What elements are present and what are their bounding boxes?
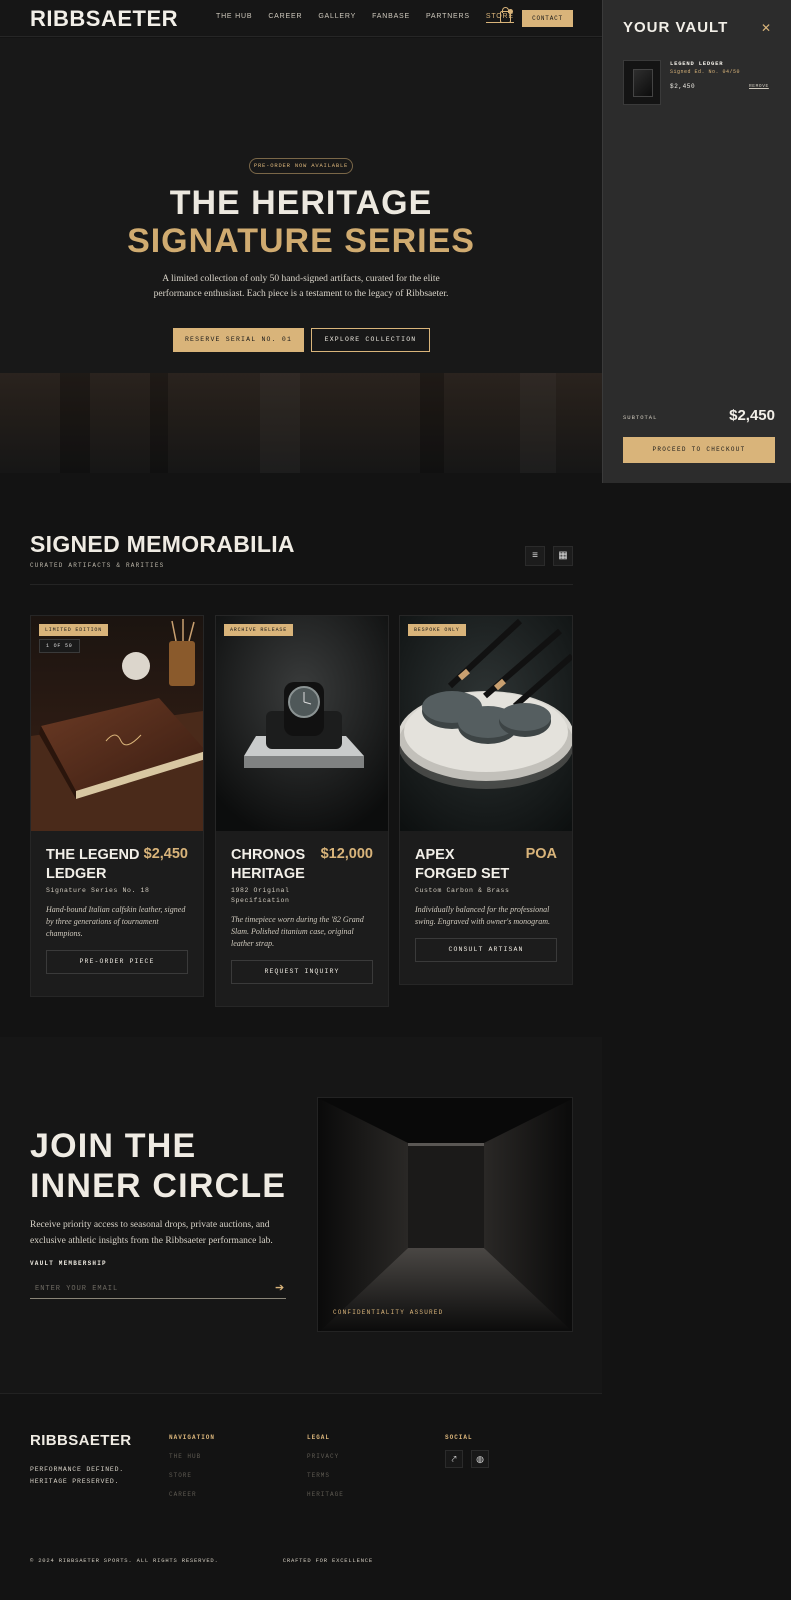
remove-item-link[interactable]: REMOVE bbox=[749, 84, 769, 89]
subtotal-label: SUBTOTAL bbox=[623, 414, 658, 421]
memorabilia-subtitle: CURATED ARTIFACTS & RARITIES bbox=[30, 562, 165, 569]
product-description: Individually balanced for the profession… bbox=[415, 905, 551, 926]
image-caption: CONFIDENTIALITY ASSURED bbox=[333, 1309, 444, 1316]
vault-title: YOUR VAULT bbox=[623, 19, 729, 36]
card-edition-badge: 1 OF 50 bbox=[39, 639, 80, 653]
preorder-piece-button[interactable]: PRE-ORDER PIECE bbox=[46, 950, 188, 974]
cart-indicator-dot bbox=[508, 9, 513, 14]
hero-image-strip bbox=[0, 373, 602, 473]
footer-social-heading: SOCIAL bbox=[445, 1434, 473, 1441]
membership-label: VAULT MEMBERSHIP bbox=[30, 1260, 107, 1267]
email-input[interactable] bbox=[30, 1279, 286, 1299]
consult-artisan-button[interactable]: CONSULT ARTISAN bbox=[415, 938, 557, 962]
vault-item-thumbnail bbox=[623, 60, 661, 105]
footer-legal: LEGAL PRIVACY TERMS HERITAGE bbox=[307, 1434, 344, 1510]
product-price: POA bbox=[525, 846, 557, 862]
subtotal-value: $2,450 bbox=[729, 407, 775, 424]
nav-link-partners[interactable]: PARTNERS bbox=[426, 13, 470, 23]
footer-brand[interactable]: RIBBSAETER bbox=[30, 1432, 132, 1449]
footer-link-terms[interactable]: TERMS bbox=[307, 1472, 344, 1479]
hero-title-line2: SIGNATURE SERIES bbox=[127, 222, 475, 260]
explore-collection-button[interactable]: EXPLORE COLLECTION bbox=[311, 328, 430, 352]
vault-item-price: $2,450 bbox=[670, 83, 696, 90]
reserve-button[interactable]: RESERVE SERIAL NO. 01 bbox=[173, 328, 304, 352]
product-spec: Signature Series No. 18 bbox=[46, 887, 150, 894]
grid-view-icon[interactable]: ▦ bbox=[553, 546, 573, 566]
product-name: CHRONOS HERITAGE bbox=[231, 847, 306, 882]
vault-image: CONFIDENTIALITY ASSURED bbox=[317, 1097, 573, 1332]
product-card: BESPOKE ONLY APEX FORGED SET POA Custom … bbox=[399, 615, 573, 985]
top-navigation: RIBBSAETER THE HUB CAREER GALLERY FANBAS… bbox=[0, 0, 602, 37]
product-spec: 1982 Original Specification bbox=[231, 887, 290, 904]
product-card: LIMITED EDITION 1 OF 50 THE LEGEND LEDGE… bbox=[30, 615, 204, 997]
newsletter-section: JOIN THE INNER CIRCLE Receive priority a… bbox=[0, 1037, 602, 1393]
product-name: APEX FORGED SET bbox=[415, 847, 510, 882]
section-divider bbox=[30, 584, 573, 585]
vault-item-edition: Signed Ed. No. 04/50 bbox=[670, 69, 741, 75]
request-inquiry-button[interactable]: REQUEST INQUIRY bbox=[231, 960, 373, 984]
card-badge: BESPOKE ONLY bbox=[408, 624, 466, 636]
footer-legal-heading: LEGAL bbox=[307, 1434, 331, 1441]
nav-link-fanbase[interactable]: FANBASE bbox=[372, 13, 410, 23]
nav-links: THE HUB CAREER GALLERY FANBASE PARTNERS … bbox=[216, 13, 514, 23]
share-icon[interactable]: ⤤ bbox=[445, 1450, 463, 1468]
footer-nav-heading: NAVIGATION bbox=[169, 1434, 216, 1441]
newsletter-title-line1: JOIN THE bbox=[30, 1127, 197, 1165]
footer-link-store[interactable]: STORE bbox=[169, 1472, 215, 1479]
copyright-text: © 2024 RIBBSAETER SPORTS. ALL RIGHTS RES… bbox=[30, 1557, 219, 1564]
footer-navigation: NAVIGATION THE HUB STORE CAREER bbox=[169, 1434, 215, 1510]
preorder-badge: PRE-ORDER NOW AVAILABLE bbox=[249, 158, 353, 174]
footer-link-heritage[interactable]: HERITAGE bbox=[307, 1491, 344, 1498]
card-badge: ARCHIVE RELEASE bbox=[224, 624, 294, 636]
footer: RIBBSAETER PERFORMANCE DEFINED. HERITAGE… bbox=[0, 1393, 602, 1600]
hero-description: A limited collection of only 50 hand-sig… bbox=[153, 274, 449, 299]
filter-icon[interactable]: ≡ bbox=[525, 546, 545, 566]
footer-tagline: PERFORMANCE DEFINED. HERITAGE PRESERVED. bbox=[30, 1466, 125, 1485]
product-description: Hand-bound Italian calfskin leather, sig… bbox=[46, 905, 186, 938]
product-price: $12,000 bbox=[320, 846, 373, 862]
nav-link-career[interactable]: CAREER bbox=[268, 13, 302, 23]
nav-link-gallery[interactable]: GALLERY bbox=[318, 13, 356, 23]
product-image-clubs[interactable]: BESPOKE ONLY bbox=[400, 616, 572, 831]
product-image-ledger[interactable]: LIMITED EDITION 1 OF 50 bbox=[31, 616, 203, 831]
newsletter-title: JOIN THE INNER CIRCLE bbox=[30, 1126, 286, 1206]
hero-title-line1: THE HERITAGE bbox=[169, 184, 433, 222]
vault-item-name: LEGEND LEDGER bbox=[670, 60, 724, 67]
close-icon[interactable]: ✕ bbox=[761, 21, 771, 35]
footer-link-career[interactable]: CAREER bbox=[169, 1491, 215, 1498]
checkout-button[interactable]: PROCEED TO CHECKOUT bbox=[623, 437, 775, 463]
vault-drawer: YOUR VAULT ✕ LEGEND LEDGER Signed Ed. No… bbox=[602, 0, 791, 483]
product-spec: Custom Carbon & Brass bbox=[415, 887, 510, 894]
brand-logo[interactable]: RIBBSAETER bbox=[30, 6, 178, 32]
main-content: RIBBSAETER THE HUB CAREER GALLERY FANBAS… bbox=[0, 0, 602, 1600]
product-image-watch[interactable]: ARCHIVE RELEASE bbox=[216, 616, 388, 831]
product-card: ARCHIVE RELEASE CHRONOS HERITAGE $12,000… bbox=[215, 615, 389, 1007]
footer-link-privacy[interactable]: PRIVACY bbox=[307, 1453, 344, 1460]
submit-arrow-icon[interactable]: ➔ bbox=[275, 1281, 284, 1294]
globe-icon[interactable]: ◍ bbox=[471, 1450, 489, 1468]
footer-link-hub[interactable]: THE HUB bbox=[169, 1453, 215, 1460]
newsletter-title-line2: INNER CIRCLE bbox=[30, 1167, 287, 1205]
nav-link-hub[interactable]: THE HUB bbox=[216, 13, 252, 23]
product-name: THE LEGEND LEDGER bbox=[46, 847, 140, 882]
card-badge: LIMITED EDITION bbox=[39, 624, 109, 636]
product-price: $2,450 bbox=[143, 846, 188, 862]
product-description: The timepiece worn during the '82 Grand … bbox=[231, 915, 364, 948]
contact-button[interactable]: CONTACT bbox=[522, 10, 573, 27]
crafted-text: CRAFTED FOR EXCELLENCE bbox=[282, 1557, 373, 1564]
newsletter-description: Receive priority access to seasonal drop… bbox=[30, 1220, 273, 1246]
memorabilia-title: SIGNED MEMORABILIA bbox=[30, 531, 295, 557]
